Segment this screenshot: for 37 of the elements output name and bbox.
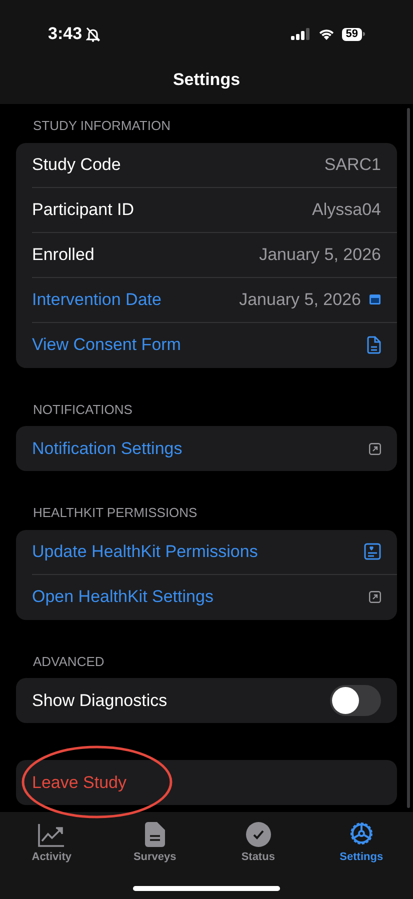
row-label: Enrolled (32, 244, 94, 266)
section-header: NOTIFICATIONS (32, 400, 134, 418)
gear-icon (348, 820, 375, 847)
row-value: SARC1 (324, 154, 381, 176)
signal-icon (290, 28, 311, 40)
toggle-switch[interactable] (330, 685, 381, 716)
row-link[interactable]: Show Diagnostics (32, 688, 168, 714)
row-value: January 5, 2026 (259, 244, 381, 266)
wifi-icon (318, 28, 335, 40)
checkmark-circle-icon (246, 822, 271, 847)
section-header: STUDY INFORMATION (32, 117, 172, 135)
battery-level: 59 (342, 28, 362, 40)
row-link[interactable]: View Consent Form (32, 332, 181, 358)
row-link[interactable]: Intervention Date (32, 286, 162, 312)
status-time: 3:43 (48, 23, 82, 46)
chart-icon (38, 823, 66, 847)
external-link-icon (369, 442, 381, 454)
row-value: January 5, 2026 (239, 288, 361, 311)
section-header: HEALTHKIT PERMISSIONS (32, 504, 198, 522)
tab[interactable]: Settings (310, 820, 413, 899)
tab[interactable]: Status (206, 820, 310, 899)
row-value: Alyssa04 (312, 198, 381, 221)
tab[interactable]: Activity (0, 820, 104, 899)
document-icon (144, 822, 165, 847)
health-card-icon (364, 543, 381, 560)
row-link[interactable]: Update HealthKit Permissions (32, 538, 258, 564)
tab[interactable]: Surveys (103, 820, 206, 899)
section-header: ADVANCED (32, 652, 106, 670)
calendar-icon (369, 294, 381, 305)
row-link[interactable]: Notification Settings (32, 436, 182, 462)
document-icon (367, 336, 381, 354)
row-label: Study Code (32, 154, 121, 176)
external-link-icon (369, 591, 381, 603)
row-link[interactable]: Open HealthKit Settings (32, 584, 214, 610)
bell-slash-icon (86, 26, 100, 42)
row-label: Participant ID (32, 198, 134, 221)
screen-title: Settings (172, 69, 240, 92)
